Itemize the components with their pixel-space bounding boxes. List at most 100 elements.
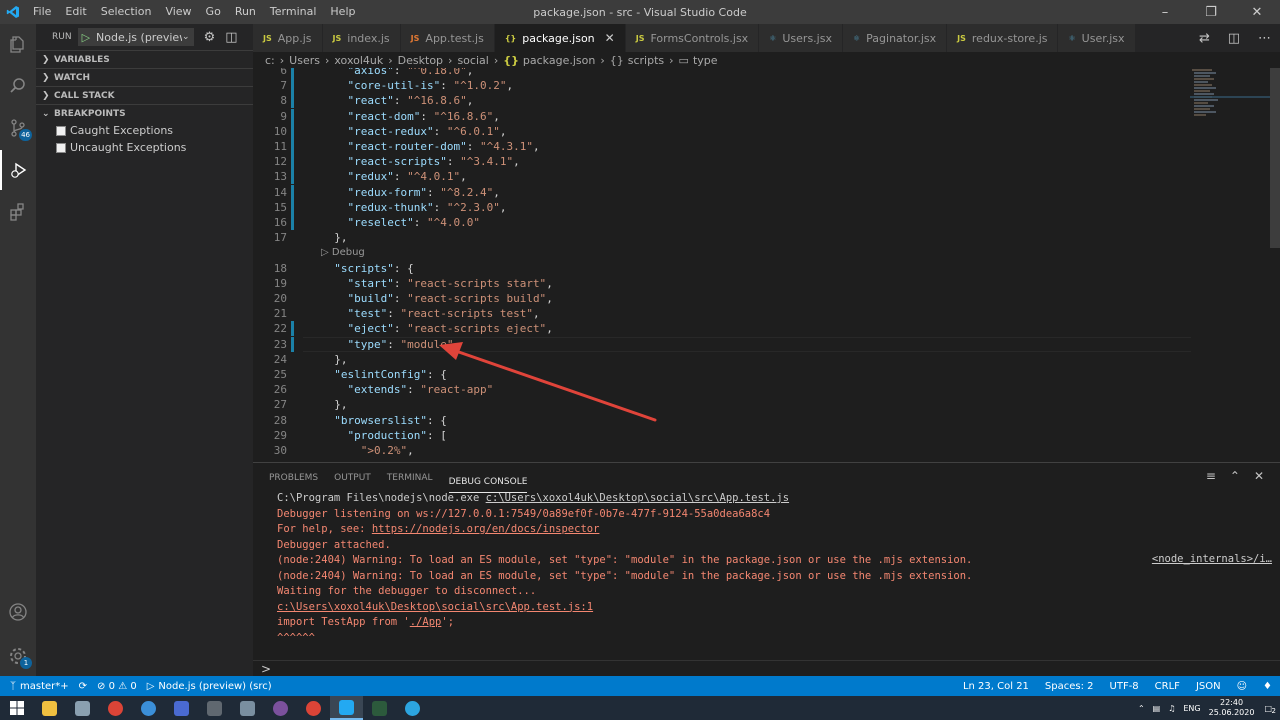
debug-config-status[interactable]: ▷ Node.js (preview) (src) — [147, 681, 272, 692]
breadcrumb-item[interactable]: Users — [289, 54, 320, 67]
tab-user-jsx[interactable]: ⚛ User.jsx — [1058, 24, 1136, 52]
window-controls: – ❐ ✕ — [1142, 0, 1280, 24]
search-icon[interactable] — [0, 66, 36, 106]
console-link[interactable]: c:\Users\xoxol4uk\Desktop\social\src\App… — [277, 601, 593, 613]
network-icon[interactable]: ▤ — [1153, 704, 1161, 713]
tab-app-test-js[interactable]: JS App.test.js — [400, 24, 495, 52]
console-link[interactable]: https://nodejs.org/en/docs/inspector — [372, 523, 600, 535]
tab-formscontrols-jsx[interactable]: JS FormsControls.jsx — [625, 24, 760, 52]
extensions-icon[interactable] — [0, 192, 36, 232]
breadcrumb-item[interactable]: scripts — [628, 54, 664, 67]
cursor-position[interactable]: Ln 23, Col 21 — [963, 681, 1029, 692]
menu-go[interactable]: Go — [199, 0, 228, 24]
calculator-icon[interactable] — [198, 696, 231, 720]
breakpoint-uncaught-exceptions[interactable]: Uncaught Exceptions — [36, 139, 253, 156]
photos-icon[interactable] — [231, 696, 264, 720]
checkbox[interactable] — [56, 125, 66, 136]
node-internals-link[interactable]: <node_internals>/i… — [1152, 553, 1272, 565]
close-icon[interactable]: ✕ — [1234, 0, 1280, 24]
problems-status[interactable]: ⊘ 0 ⚠ 0 — [97, 681, 137, 692]
chrome-2-icon[interactable] — [297, 696, 330, 720]
telegram-icon[interactable] — [396, 696, 429, 720]
tab-app-js[interactable]: JS App.js — [253, 24, 323, 52]
tab-redux-store-js[interactable]: JS redux-store.js — [947, 24, 1059, 52]
tray-overflow-icon[interactable]: ⌃ — [1138, 704, 1145, 713]
breakpoint-caught-exceptions[interactable]: Caught Exceptions — [36, 122, 253, 139]
close-tab-icon[interactable]: ✕ — [605, 31, 615, 45]
debug-console-icon[interactable]: ◫ — [225, 30, 237, 45]
repl-input[interactable]: > — [253, 660, 1280, 677]
menu-view[interactable]: View — [158, 0, 198, 24]
indentation[interactable]: Spaces: 2 — [1045, 681, 1094, 692]
minimize-icon[interactable]: – — [1142, 0, 1188, 24]
encoding[interactable]: UTF-8 — [1110, 681, 1139, 692]
run-debug-icon[interactable] — [0, 150, 36, 190]
start-debugging-icon[interactable]: ▷ — [82, 31, 90, 44]
tab-paginator-jsx[interactable]: ⚛ Paginator.jsx — [842, 24, 948, 52]
breadcrumb-item[interactable]: xoxol4uk — [334, 54, 383, 67]
tab-users-jsx[interactable]: ⚛ Users.jsx — [759, 24, 843, 52]
branch-status[interactable]: ᛉ master*+ — [10, 681, 69, 692]
vscode-taskbar-icon[interactable] — [330, 696, 363, 720]
tab-package-json[interactable]: {} package.json ✕ — [494, 24, 626, 52]
menu-help[interactable]: Help — [323, 0, 362, 24]
chevron-right-icon: › — [279, 53, 285, 67]
tab-problems[interactable]: PROBLEMS — [269, 463, 318, 493]
menu-file[interactable]: File — [26, 0, 58, 24]
menu-run[interactable]: Run — [228, 0, 263, 24]
open-launch-json-gear-icon[interactable]: ⚙ — [204, 30, 216, 45]
account-icon[interactable] — [0, 592, 36, 632]
chrome-icon[interactable] — [99, 696, 132, 720]
save-disk-icon[interactable] — [165, 696, 198, 720]
breadcrumb-item[interactable]: c: — [265, 54, 275, 67]
menu-edit[interactable]: Edit — [58, 0, 93, 24]
file-explorer-icon[interactable] — [33, 696, 66, 720]
explorer-icon[interactable] — [0, 24, 36, 64]
open-changes-icon[interactable]: ⇄ — [1199, 31, 1210, 46]
tab-output[interactable]: OUTPUT — [334, 463, 371, 493]
breadcrumb-item[interactable]: Desktop — [398, 54, 443, 67]
feedback-icon[interactable]: ☺ — [1237, 681, 1247, 692]
language-mode[interactable]: JSON — [1196, 681, 1221, 692]
console-line: Debugger listening on ws://127.0.0.1:754… — [277, 507, 1267, 523]
console-link[interactable]: c:\Users\xoxol4uk\Desktop\social\src\App… — [486, 492, 789, 504]
end-of-line[interactable]: CRLF — [1155, 681, 1180, 692]
breadcrumb-item[interactable]: type — [693, 54, 718, 67]
console-link[interactable]: ./App — [410, 616, 442, 628]
file-type-icon: JS — [635, 33, 645, 43]
terminal-app-icon[interactable] — [363, 696, 396, 720]
checkbox[interactable] — [56, 142, 66, 153]
restore-icon[interactable]: ❐ — [1188, 0, 1234, 24]
edge-icon[interactable] — [132, 696, 165, 720]
maximize-panel-icon[interactable]: ⌃ — [1230, 469, 1240, 483]
volume-icon[interactable]: ♫ — [1168, 704, 1175, 713]
notifications-bell-icon[interactable]: ♦ — [1263, 681, 1272, 692]
close-panel-icon[interactable]: ✕ — [1254, 469, 1264, 483]
section-variables[interactable]: ❯ VARIABLES — [36, 50, 253, 68]
code-editor[interactable]: 6 "axios": "^0.18.0", 7 "core-util-is": "… — [253, 68, 1280, 462]
clear-console-icon[interactable]: ≡ — [1206, 469, 1216, 483]
clock[interactable]: 22:40 25.06.2020 — [1209, 698, 1255, 718]
tab-index-js[interactable]: JS index.js — [322, 24, 401, 52]
menu-selection[interactable]: Selection — [94, 0, 159, 24]
chevron-right-icon: › — [600, 53, 605, 67]
viber-icon[interactable] — [264, 696, 297, 720]
sync-icon[interactable]: ⟳ — [79, 681, 87, 692]
breadcrumb-item[interactable]: package.json — [523, 54, 595, 67]
section-breakpoints[interactable]: ⌄ BREAKPOINTS — [36, 104, 253, 122]
split-editor-icon[interactable]: ◫ — [1228, 31, 1240, 46]
more-actions-icon[interactable]: ⋯ — [1258, 31, 1271, 46]
section-call-stack[interactable]: ❯ CALL STACK — [36, 86, 253, 104]
settings-gear-icon[interactable]: 1 — [0, 636, 36, 676]
tab-debug-console[interactable]: DEBUG CONSOLE — [448, 471, 528, 493]
tool-icon[interactable] — [66, 696, 99, 720]
action-center-icon[interactable]: □ 2 — [1264, 704, 1276, 715]
input-language[interactable]: ENG — [1183, 704, 1200, 713]
source-control-icon[interactable]: 46 — [0, 108, 36, 148]
tab-terminal[interactable]: TERMINAL — [387, 463, 433, 493]
section-watch[interactable]: ❯ WATCH — [36, 68, 253, 86]
windows-start-icon[interactable] — [0, 696, 33, 720]
breadcrumb-item[interactable]: social — [457, 54, 488, 67]
launch-config-select[interactable]: ▷ Node.js (preview ⌄ — [77, 28, 194, 46]
menu-terminal[interactable]: Terminal — [263, 0, 324, 24]
